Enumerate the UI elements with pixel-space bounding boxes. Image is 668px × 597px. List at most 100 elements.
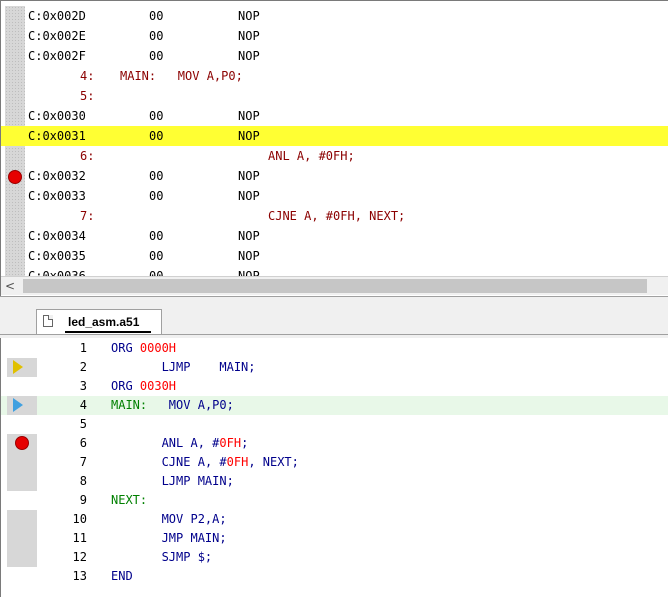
disassembly-asm-line[interactable]: C:0x002E 00 NOP: [1, 26, 668, 46]
editor-gutter-cell[interactable]: [7, 415, 37, 434]
code-text: JMP MAIN;: [111, 529, 227, 548]
disassembly-lines: C:0x002D 00 NOP C:0x002E 00 NOP C:0x002F 00 NOP 4…: [1, 6, 668, 286]
breakpoint-icon[interactable]: [15, 436, 29, 450]
code-token: NEXT:: [111, 493, 148, 507]
source-editor[interactable]: 1 ORG 0000H 2 LJMP MAIN; 3 ORG 0030H 4 MAIN: M…: [0, 338, 668, 597]
code-token: ,P0;: [204, 398, 234, 412]
instruction: NOP: [238, 29, 260, 43]
editor-line-11[interactable]: 11 JMP MAIN;: [1, 529, 668, 548]
code-token: JMP MAIN;: [161, 531, 227, 545]
line-number: 4: [79, 398, 87, 412]
breakpoint-icon[interactable]: [8, 170, 22, 184]
editor-gutter-cell[interactable]: [7, 453, 37, 472]
scrollbar-thumb[interactable]: [23, 279, 647, 293]
opcode-bytes: 00: [149, 9, 164, 23]
current-line-arrow-icon: [13, 398, 23, 412]
code-token: ;: [219, 512, 227, 526]
disassembly-asm-line[interactable]: C:0x0035 00 NOP: [1, 246, 668, 266]
scroll-left-icon[interactable]: <: [5, 279, 19, 293]
code-text: LJMP MAIN;: [111, 358, 256, 377]
disassembly-asm-line[interactable]: C:0x002D 00 NOP: [1, 6, 668, 26]
editor-gutter-cell[interactable]: [7, 548, 37, 567]
code-token: A: [197, 398, 205, 412]
address: C:0x0030: [28, 109, 86, 123]
code-token: 0FH: [226, 455, 249, 469]
opcode-bytes: 00: [149, 189, 164, 203]
editor-line-5[interactable]: 5: [1, 415, 668, 434]
tab-led-asm[interactable]: led_asm.a51: [36, 309, 162, 335]
code-token: , #: [197, 436, 220, 450]
editor-gutter-cell[interactable]: [7, 510, 37, 529]
disassembly-asm-line[interactable]: C:0x002F 00 NOP: [1, 46, 668, 66]
editor-line-12[interactable]: 12 SJMP $;: [1, 548, 668, 567]
opcode-bytes: 00: [149, 249, 164, 263]
code-text: MAIN: MOV A,P0;: [111, 396, 234, 415]
disassembly-source-line[interactable]: 7: CJNE A, #0FH, NEXT;: [1, 206, 668, 226]
code-token: 0FH: [219, 436, 242, 450]
disassembly-window[interactable]: C:0x002D 00 NOP C:0x002E 00 NOP C:0x002F 00 NOP 4…: [0, 0, 668, 296]
line-number: 13: [72, 569, 87, 583]
disassembly-source-line[interactable]: 4: MAIN: MOV A,P0;: [1, 66, 668, 86]
editor-line-9[interactable]: 9 NEXT:: [1, 491, 668, 510]
line-number: 5: [79, 417, 87, 431]
editor-line-4[interactable]: 4 MAIN: MOV A,P0;: [1, 396, 668, 415]
code-token: LJMP MAIN;: [161, 474, 234, 488]
code-token: MOV: [147, 398, 198, 412]
editor-line-6[interactable]: 6 ANL A, #0FH;: [1, 434, 668, 453]
code-token: ORG: [111, 379, 140, 393]
editor-line-1[interactable]: 1 ORG 0000H: [1, 339, 668, 358]
opcode-bytes: 00: [149, 109, 164, 123]
code-text: END: [111, 567, 133, 586]
execution-arrow-icon: [13, 360, 23, 374]
editor-line-8[interactable]: 8 LJMP MAIN;: [1, 472, 668, 491]
address: C:0x0035: [28, 249, 86, 263]
disassembly-source-line[interactable]: 5:: [1, 86, 668, 106]
code-text: CJNE A, #0FH, NEXT;: [111, 453, 299, 472]
editor-line-3[interactable]: 3 ORG 0030H: [1, 377, 668, 396]
code-token: A: [190, 436, 198, 450]
address: C:0x0032: [28, 169, 86, 183]
source-text: ANL A, #0FH;: [268, 149, 355, 163]
editor-line-10[interactable]: 10 MOV P2,A;: [1, 510, 668, 529]
code-token: CJNE: [161, 455, 198, 469]
source-line-number: 7:: [80, 209, 95, 223]
editor-tab-strip: led_asm.a51: [0, 296, 668, 338]
instruction: NOP: [238, 189, 260, 203]
line-number: 8: [79, 474, 87, 488]
code-token: END: [111, 569, 133, 583]
editor-gutter-cell[interactable]: [7, 567, 37, 586]
code-token: SJMP $;: [161, 550, 213, 564]
disassembly-asm-line[interactable]: C:0x0031 00 NOP: [1, 126, 668, 146]
line-number: 12: [72, 550, 87, 564]
disassembly-asm-line[interactable]: C:0x0034 00 NOP: [1, 226, 668, 246]
editor-gutter-cell[interactable]: [7, 491, 37, 510]
line-number: 2: [79, 360, 87, 374]
disassembly-asm-line[interactable]: C:0x0030 00 NOP: [1, 106, 668, 126]
code-token: 0000H: [139, 341, 177, 355]
editor-gutter-cell[interactable]: [7, 377, 37, 396]
disassembly-horizontal-scrollbar[interactable]: <: [1, 276, 668, 295]
source-text: MAIN: MOV A,P0;: [120, 69, 243, 83]
editor-gutter-cell[interactable]: [7, 529, 37, 548]
address: C:0x0033: [28, 189, 86, 203]
editor-gutter-cell[interactable]: [7, 472, 37, 491]
editor-gutter-cell[interactable]: [7, 339, 37, 358]
instruction: NOP: [238, 109, 260, 123]
disassembly-asm-line[interactable]: C:0x0032 00 NOP: [1, 166, 668, 186]
code-text: ORG 0030H: [111, 377, 176, 396]
disassembly-source-line[interactable]: 6: ANL A, #0FH;: [1, 146, 668, 166]
code-token: MOV P2,: [161, 512, 213, 526]
editor-line-2[interactable]: 2 LJMP MAIN;: [1, 358, 668, 377]
address: C:0x002F: [28, 49, 86, 63]
instruction: NOP: [238, 249, 260, 263]
disassembly-asm-line[interactable]: C:0x0033 00 NOP: [1, 186, 668, 206]
opcode-bytes: 00: [149, 29, 164, 43]
editor-line-7[interactable]: 7 CJNE A, #0FH, NEXT;: [1, 453, 668, 472]
code-token: ANL: [161, 436, 191, 450]
editor-line-13[interactable]: 13 END: [1, 567, 668, 586]
